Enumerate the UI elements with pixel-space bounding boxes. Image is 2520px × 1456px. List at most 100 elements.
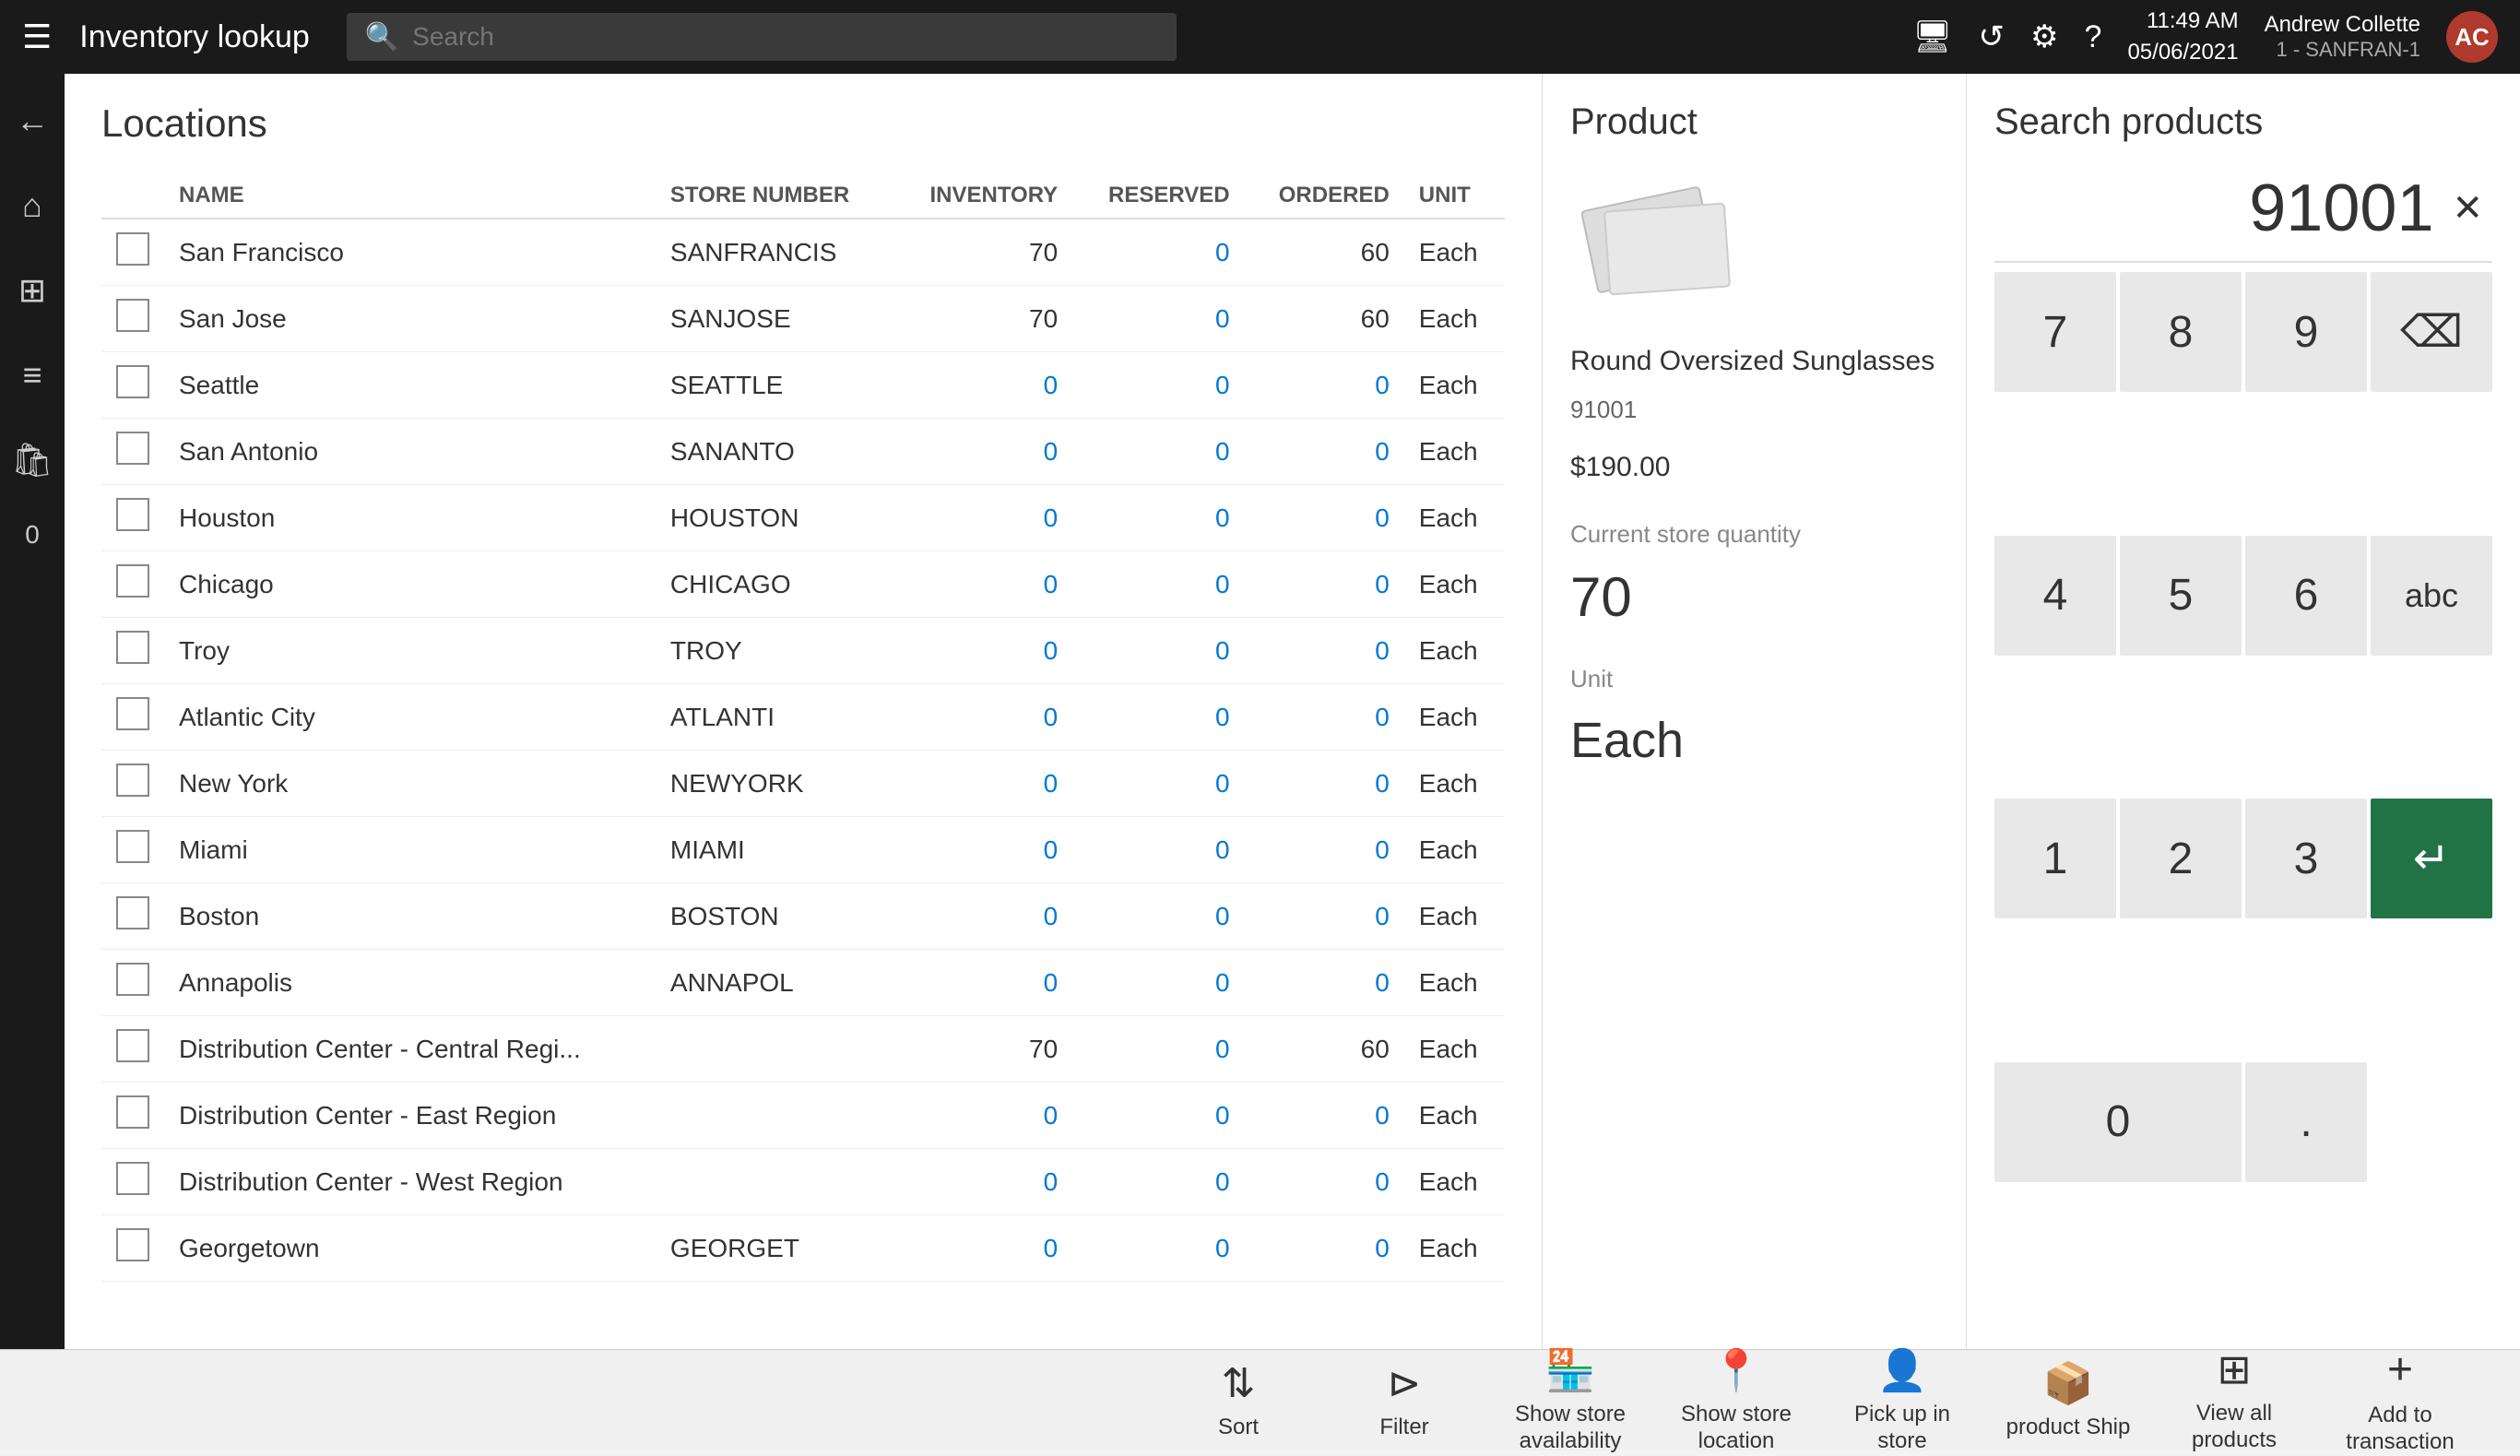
numpad-0[interactable]: 0	[1994, 1062, 2242, 1182]
row-checkbox-cell[interactable]	[101, 1083, 164, 1149]
product-panel-title: Product	[1570, 101, 1938, 143]
grid-icon[interactable]: ⊞	[9, 262, 55, 319]
row-checkbox[interactable]	[116, 564, 149, 598]
row-checkbox-cell[interactable]	[101, 1016, 164, 1083]
row-checkbox-cell[interactable]	[101, 419, 164, 485]
row-checkbox[interactable]	[116, 1029, 149, 1062]
numpad-5[interactable]: 5	[2120, 536, 2242, 656]
ship-product-button[interactable]: 📦 product Ship	[1985, 1350, 2151, 1451]
row-checkbox[interactable]	[116, 1162, 149, 1195]
row-checkbox[interactable]	[116, 631, 149, 664]
settings-icon[interactable]: ⚙	[2030, 18, 2058, 55]
count-badge: 0	[14, 516, 51, 553]
home-icon[interactable]: ⌂	[13, 177, 52, 234]
table-row[interactable]: Boston BOSTON 0 0 0 Each	[101, 883, 1505, 950]
filter-button[interactable]: ⊳ Filter	[1321, 1350, 1487, 1451]
row-checkbox-cell[interactable]	[101, 352, 164, 419]
col-check	[101, 173, 164, 219]
back-icon[interactable]: ←	[6, 92, 58, 149]
pick-up-in-store-button[interactable]: 👤 Pick up in store	[1819, 1350, 1985, 1451]
numpad-dot[interactable]: .	[2245, 1062, 2367, 1182]
row-checkbox-cell[interactable]	[101, 1149, 164, 1215]
row-checkbox[interactable]	[116, 896, 149, 929]
numpad-enter[interactable]: ↵	[2371, 799, 2492, 918]
table-row[interactable]: Georgetown GEORGET 0 0 0 Each	[101, 1215, 1505, 1282]
row-checkbox[interactable]	[116, 830, 149, 863]
row-checkbox-cell[interactable]	[101, 219, 164, 286]
row-inventory: 0	[893, 817, 1072, 883]
row-checkbox[interactable]	[116, 299, 149, 332]
table-row[interactable]: Troy TROY 0 0 0 Each	[101, 618, 1505, 684]
row-checkbox[interactable]	[116, 498, 149, 531]
row-checkbox-cell[interactable]	[101, 485, 164, 551]
row-checkbox[interactable]	[116, 1095, 149, 1129]
sort-button[interactable]: ⇅ Sort	[1155, 1350, 1321, 1451]
table-row[interactable]: San Francisco SANFRANCIS 70 0 60 Each	[101, 219, 1505, 286]
row-checkbox-cell[interactable]	[101, 1215, 164, 1282]
row-checkbox-cell[interactable]	[101, 751, 164, 817]
row-checkbox[interactable]	[116, 365, 149, 398]
topbar: ☰ Inventory lookup 🔍 🖥 ↺ ⚙ ? 11:49 AM 05…	[0, 0, 2520, 74]
add-to-transaction-button[interactable]: + Add to transaction	[2317, 1350, 2483, 1451]
row-name: Georgetown	[164, 1215, 656, 1282]
view-all-products-button[interactable]: ⊞ View all products	[2151, 1350, 2317, 1451]
table-row[interactable]: Atlantic City ATLANTI 0 0 0 Each	[101, 684, 1505, 751]
row-checkbox-cell[interactable]	[101, 286, 164, 352]
numpad-abc[interactable]: abc	[2371, 536, 2492, 656]
numpad-4[interactable]: 4	[1994, 536, 2116, 656]
row-checkbox[interactable]	[116, 232, 149, 266]
row-checkbox[interactable]	[116, 764, 149, 797]
table-row[interactable]: San Antonio SANANTO 0 0 0 Each	[101, 419, 1505, 485]
help-icon[interactable]: ?	[2085, 19, 2102, 55]
table-row[interactable]: Distribution Center - East Region 0 0 0 …	[101, 1083, 1505, 1149]
monitor-icon[interactable]: 🖥	[1912, 18, 1952, 55]
table-row[interactable]: Houston HOUSTON 0 0 0 Each	[101, 485, 1505, 551]
search-bar[interactable]: 🔍	[347, 13, 1177, 61]
table-row[interactable]: Chicago CHICAGO 0 0 0 Each	[101, 551, 1505, 618]
numpad-2[interactable]: 2	[2120, 799, 2242, 918]
row-name: New York	[164, 751, 656, 817]
row-inventory: 0	[893, 1083, 1072, 1149]
numpad-1[interactable]: 1	[1994, 799, 2116, 918]
numpad-8[interactable]: 8	[2120, 272, 2242, 392]
row-unit: Each	[1404, 817, 1505, 883]
table-row[interactable]: Distribution Center - West Region 0 0 0 …	[101, 1149, 1505, 1215]
table-row[interactable]: Miami MIAMI 0 0 0 Each	[101, 817, 1505, 883]
row-store-number: SEATTLE	[656, 352, 893, 419]
show-store-availability-button[interactable]: 🏪 Show store availability	[1487, 1350, 1653, 1451]
numpad-9[interactable]: 9	[2245, 272, 2367, 392]
numpad-backspace[interactable]: ⌫	[2371, 272, 2492, 392]
numpad-3[interactable]: 3	[2245, 799, 2367, 918]
table-row[interactable]: New York NEWYORK 0 0 0 Each	[101, 751, 1505, 817]
row-checkbox[interactable]	[116, 697, 149, 730]
numpad-6[interactable]: 6	[2245, 536, 2367, 656]
row-checkbox[interactable]	[116, 432, 149, 465]
refresh-icon[interactable]: ↺	[1979, 18, 2005, 55]
row-checkbox-cell[interactable]	[101, 551, 164, 618]
row-checkbox[interactable]	[116, 963, 149, 996]
row-store-number: SANFRANCIS	[656, 219, 893, 286]
row-reserved: 0	[1072, 551, 1244, 618]
row-unit: Each	[1404, 883, 1505, 950]
row-checkbox-cell[interactable]	[101, 950, 164, 1016]
col-inventory: INVENTORY	[893, 173, 1072, 219]
table-row[interactable]: Seattle SEATTLE 0 0 0 Each	[101, 352, 1505, 419]
row-checkbox-cell[interactable]	[101, 883, 164, 950]
table-row[interactable]: Distribution Center - Central Regi... 70…	[101, 1016, 1505, 1083]
search-input[interactable]	[412, 22, 1158, 52]
hamburger-icon[interactable]: ☰	[22, 18, 52, 56]
row-checkbox-cell[interactable]	[101, 618, 164, 684]
row-checkbox-cell[interactable]	[101, 817, 164, 883]
product-qty-label: Current store quantity	[1570, 520, 1938, 549]
row-name: Seattle	[164, 352, 656, 419]
row-unit: Each	[1404, 219, 1505, 286]
menu-icon[interactable]: ≡	[13, 347, 51, 404]
show-store-location-button[interactable]: 📍 Show store location	[1653, 1350, 1819, 1451]
table-row[interactable]: Annapolis ANNAPOL 0 0 0 Each	[101, 950, 1505, 1016]
numpad-clear-btn[interactable]: ✕	[2452, 187, 2483, 230]
row-checkbox[interactable]	[116, 1228, 149, 1261]
table-row[interactable]: San Jose SANJOSE 70 0 60 Each	[101, 286, 1505, 352]
bag-icon[interactable]: 🛍	[2, 432, 63, 489]
numpad-7[interactable]: 7	[1994, 272, 2116, 392]
row-checkbox-cell[interactable]	[101, 684, 164, 751]
